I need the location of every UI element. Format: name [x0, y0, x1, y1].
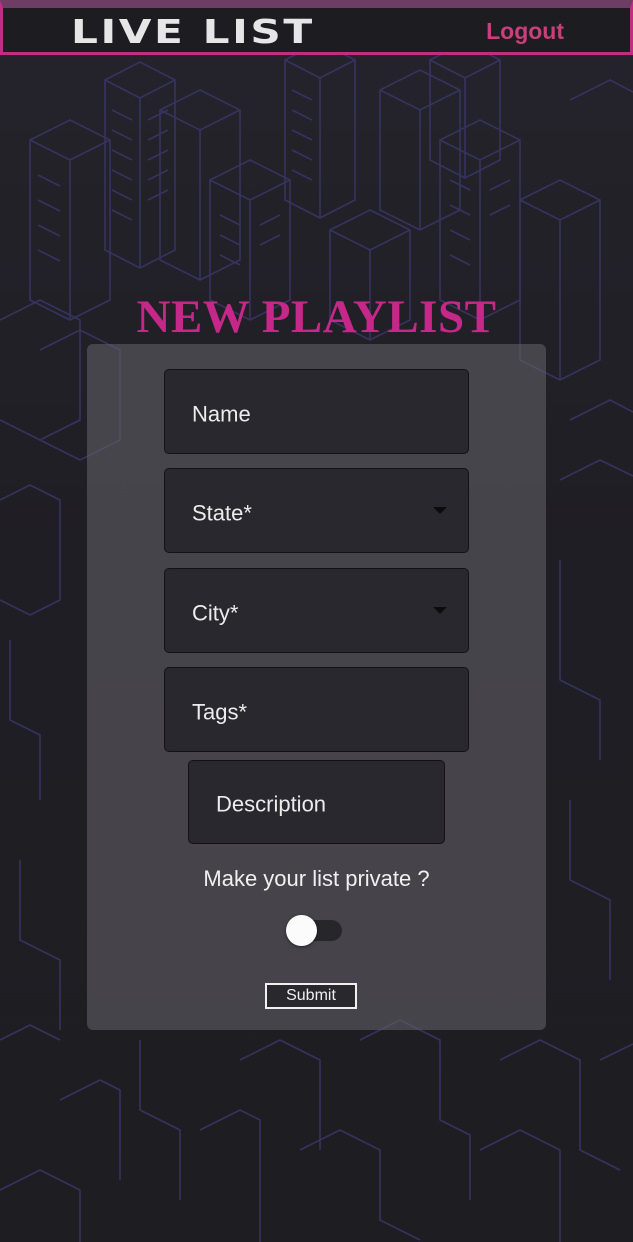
description-input-label: Description — [216, 791, 327, 817]
page-title: NEW PLAYLIST — [136, 291, 497, 343]
page: LIVE LIST Logout NEW PLAYLIST Name State… — [0, 0, 633, 1242]
app-logo[interactable]: LIVE LIST — [71, 12, 315, 51]
name-input[interactable]: Name — [164, 369, 469, 454]
logout-link[interactable]: Logout — [486, 18, 564, 45]
name-input-label: Name — [192, 401, 251, 427]
chevron-down-icon — [433, 607, 447, 614]
chevron-down-icon — [433, 507, 447, 514]
state-select-label: State* — [192, 500, 252, 526]
description-input[interactable]: Description — [188, 760, 445, 844]
city-select-label: City* — [192, 600, 239, 626]
city-select[interactable]: City* — [164, 568, 469, 653]
state-select[interactable]: State* — [164, 468, 469, 553]
private-toggle-label: Make your list private ? — [203, 866, 430, 891]
top-navbar: LIVE LIST Logout — [0, 0, 633, 55]
submit-button[interactable]: Submit — [265, 983, 357, 1009]
tags-input-label: Tags* — [192, 699, 248, 725]
tags-input[interactable]: Tags* — [164, 667, 469, 752]
private-toggle-knob[interactable] — [286, 915, 317, 946]
